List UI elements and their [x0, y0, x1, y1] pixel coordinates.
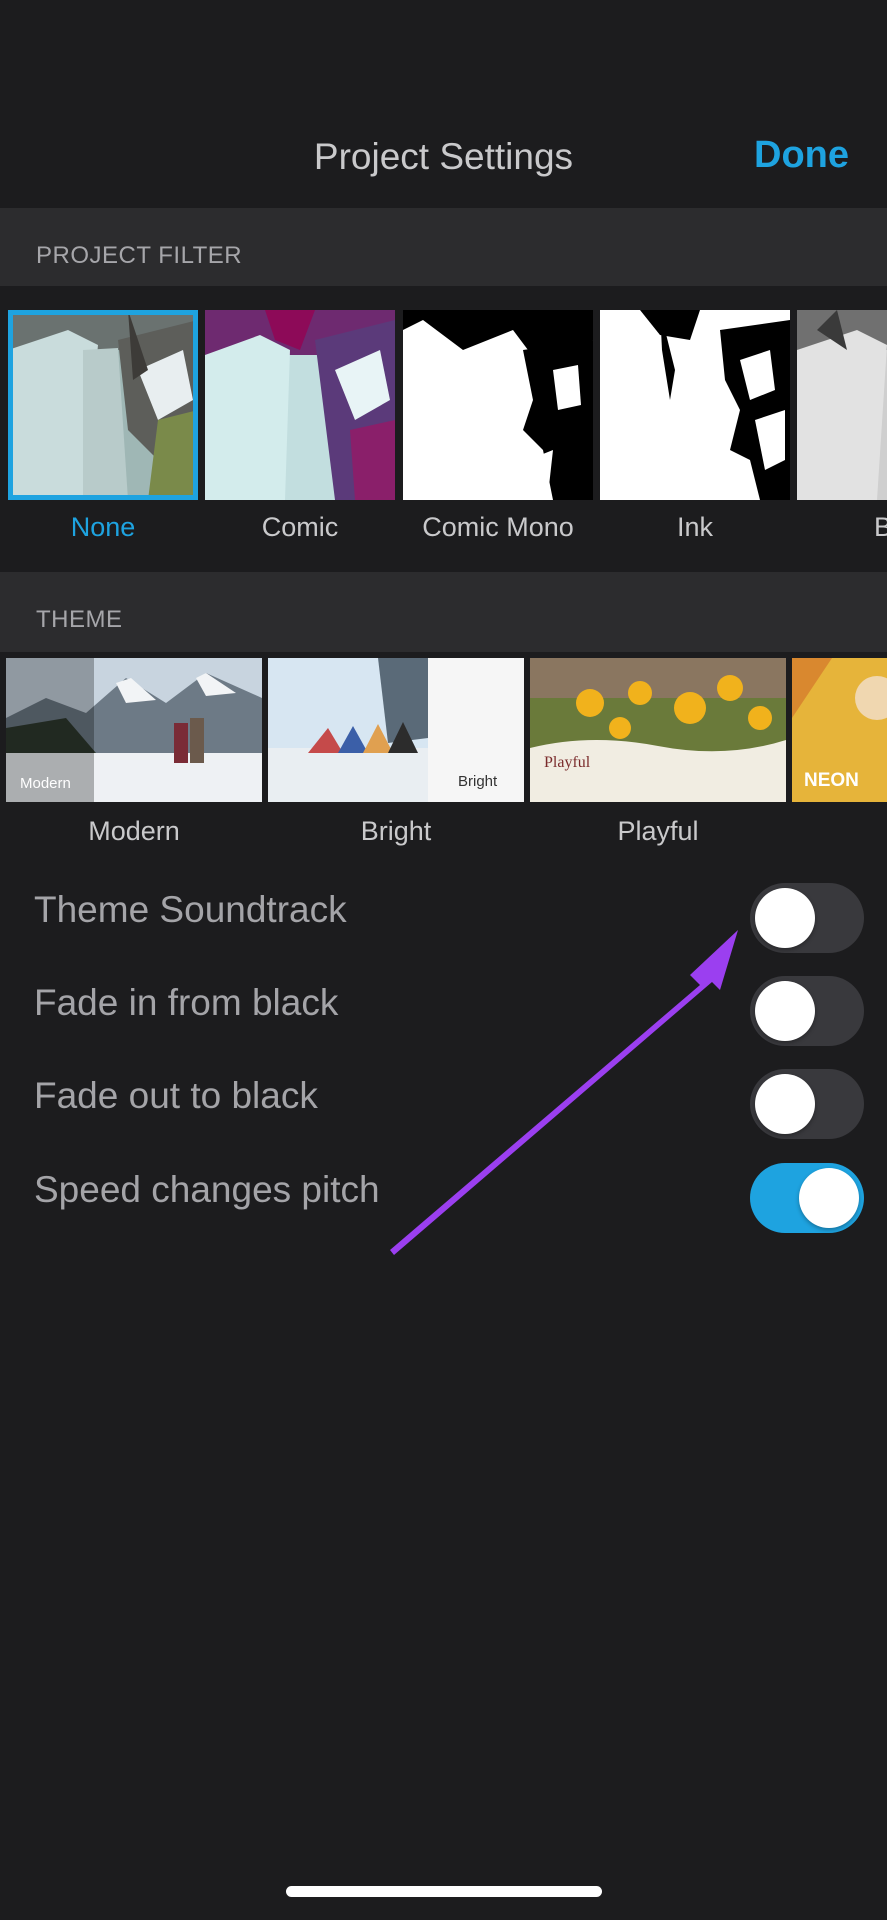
theme-thumbnail-modern: Modern — [6, 658, 262, 802]
theme-label: Bright — [360, 816, 432, 846]
filter-item-comic-mono[interactable]: Comic Mono — [403, 310, 593, 543]
theme-overlay-text: Bright — [458, 773, 498, 790]
theme-label: Modern — [88, 816, 180, 846]
theme-overlay-text: NEON — [804, 770, 859, 791]
theme-thumbnail-playful: Playful — [530, 658, 786, 802]
filter-item-none[interactable]: None — [8, 310, 198, 543]
done-button[interactable]: Done — [754, 134, 849, 177]
toggle-knob — [755, 888, 815, 948]
navigation-bar: Project Settings Done — [0, 0, 887, 208]
theme-item-playful[interactable]: Playful Playful — [530, 658, 786, 847]
setting-row-fade-in: Fade in from black — [0, 960, 887, 1053]
theme-item-bright[interactable]: Bright Bright — [268, 658, 524, 847]
setting-row-fade-out: Fade out to black — [0, 1053, 887, 1146]
theme-header-label: THEME — [36, 606, 123, 633]
theme-header: THEME — [0, 572, 887, 652]
theme-item-neon[interactable]: NEON — [792, 658, 887, 816]
setting-label: Theme Soundtrack — [34, 889, 347, 930]
project-filter-header: PROJECT FILTER — [0, 208, 887, 286]
setting-label: Fade in from black — [34, 982, 339, 1023]
theme-overlay-text: Modern — [20, 775, 71, 792]
setting-label: Fade out to black — [34, 1075, 318, 1116]
toggle-knob — [755, 1074, 815, 1134]
filter-thumbnail-ink — [600, 310, 790, 500]
project-filter-header-label: PROJECT FILTER — [36, 242, 243, 269]
filter-thumbnail-comic-mono — [403, 310, 593, 500]
filter-label: Ink — [676, 512, 714, 542]
filter-thumbnail-none — [8, 310, 198, 500]
theme-soundtrack-toggle[interactable] — [750, 883, 864, 953]
filter-item-bw[interactable]: B& — [797, 310, 887, 543]
filter-thumbnail-comic — [205, 310, 395, 500]
toggle-knob — [799, 1168, 859, 1228]
theme-thumbnail-neon: NEON — [792, 658, 887, 802]
filter-carousel[interactable]: None Comic Comic Mono Ink B — [0, 286, 887, 572]
theme-item-modern[interactable]: Modern Modern — [6, 658, 262, 847]
toggle-knob — [755, 981, 815, 1041]
home-indicator — [286, 1886, 602, 1897]
theme-thumbnail-bright: Bright — [268, 658, 524, 802]
filter-item-ink[interactable]: Ink — [600, 310, 790, 543]
filter-label: None — [70, 512, 136, 542]
filter-thumbnail-bw — [797, 310, 887, 500]
fade-in-toggle[interactable] — [750, 976, 864, 1046]
setting-label: Speed changes pitch — [34, 1169, 380, 1210]
theme-carousel[interactable]: Modern Modern Bright Bright Playful Play… — [0, 652, 887, 862]
filter-label: Comic — [261, 512, 339, 542]
speed-pitch-toggle[interactable] — [750, 1163, 864, 1233]
fade-out-toggle[interactable] — [750, 1069, 864, 1139]
theme-label: Playful — [617, 816, 699, 846]
setting-row-theme-soundtrack: Theme Soundtrack — [0, 867, 887, 960]
filter-label: Comic Mono — [422, 512, 574, 542]
filter-item-comic[interactable]: Comic — [205, 310, 395, 543]
theme-overlay-text: Playful — [544, 754, 591, 771]
filter-label: B& — [873, 512, 887, 542]
setting-row-speed-pitch: Speed changes pitch — [0, 1147, 887, 1240]
